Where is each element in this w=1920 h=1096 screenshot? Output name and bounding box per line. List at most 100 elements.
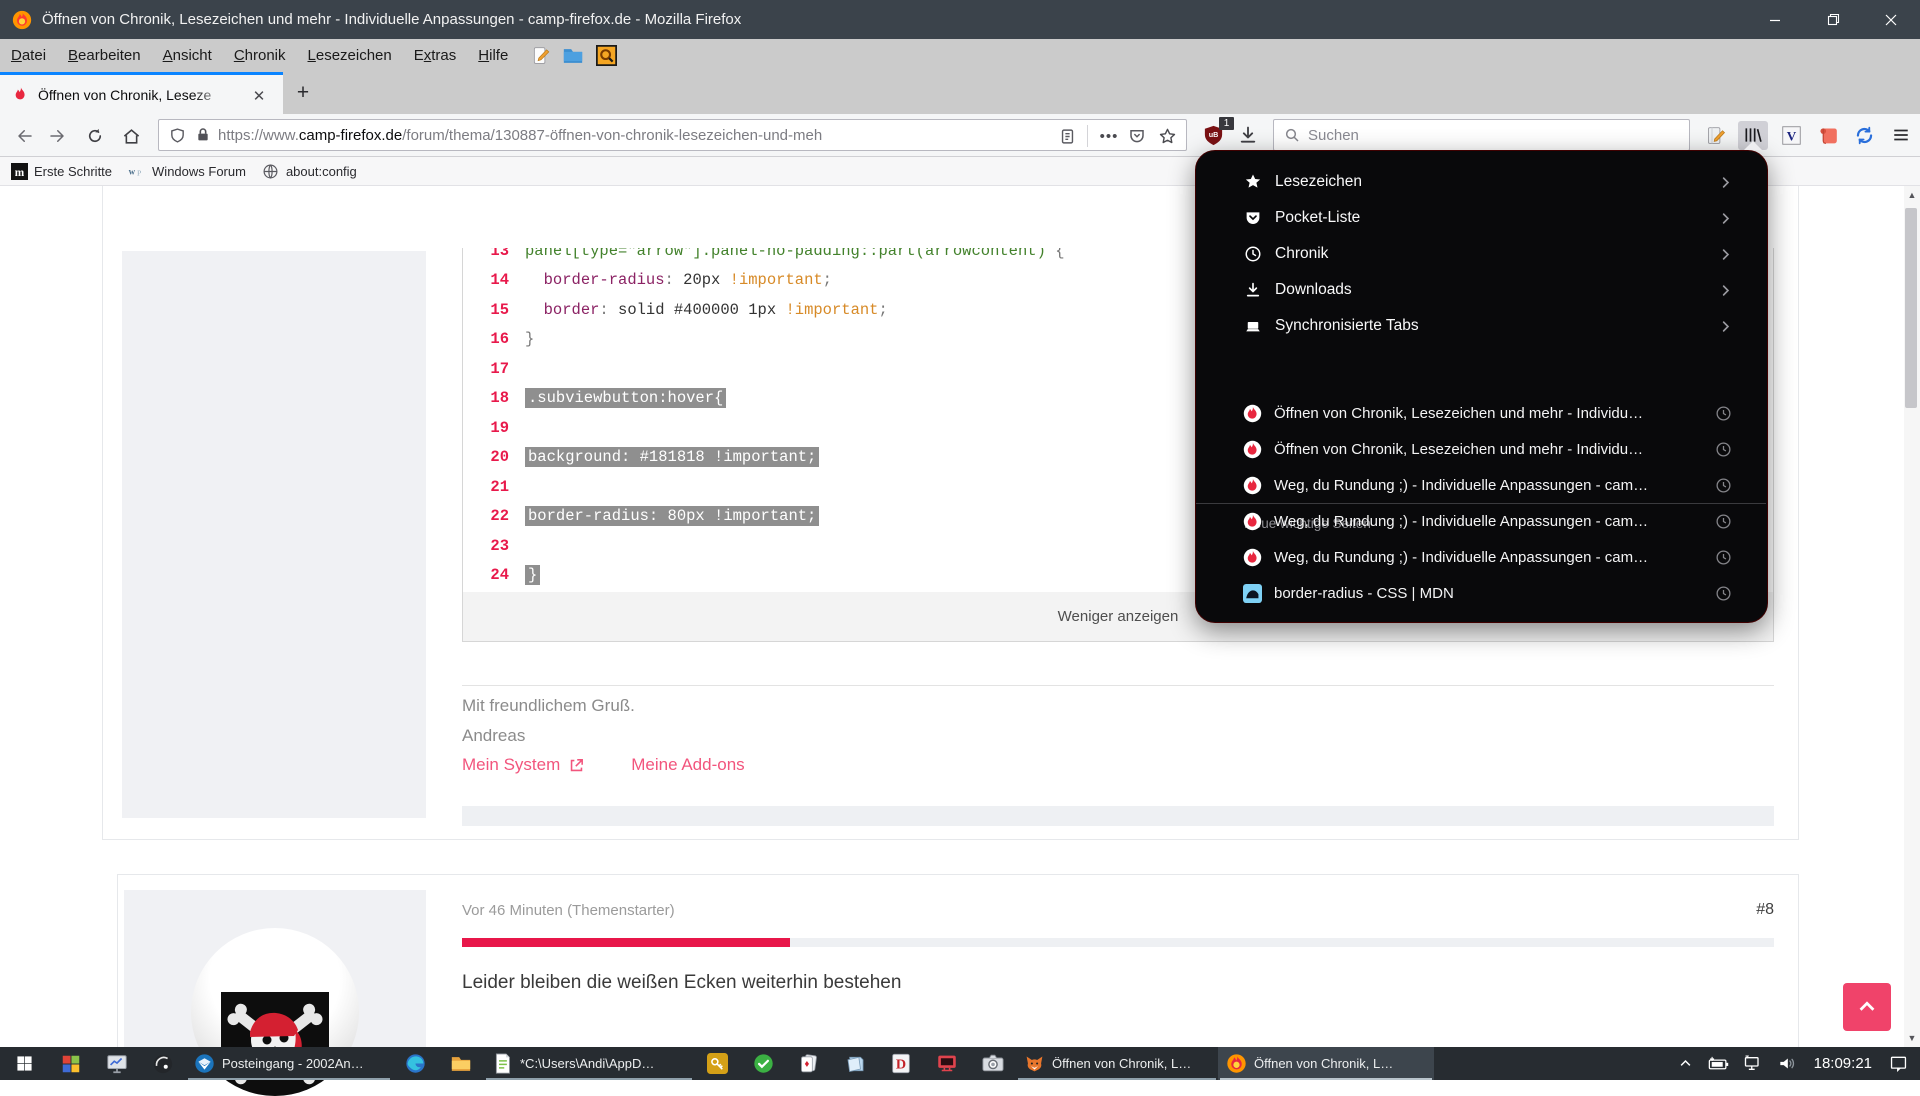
menu-extras[interactable]: Extras	[403, 39, 468, 72]
reader-view-icon[interactable]	[1057, 126, 1077, 146]
panel-item-lesezeichen[interactable]: Lesezeichen	[1210, 164, 1755, 200]
history-item-label: Öffnen von Chronik, Lesezeichen und mehr…	[1274, 405, 1643, 422]
folder-icon	[450, 1053, 472, 1075]
scrollbar-up-icon[interactable]: ▲	[1904, 188, 1920, 202]
taskbar-task-thunderbird[interactable]: Posteingang - 2002An…	[186, 1047, 392, 1080]
clock-time[interactable]: 18:09:21	[1814, 1055, 1872, 1072]
scroll-to-top-button[interactable]	[1843, 983, 1891, 1031]
scrollbar-down-icon[interactable]: ▼	[1904, 1031, 1920, 1045]
taskbar-task-notepad[interactable]: *C:\Users\Andi\AppD…	[484, 1047, 694, 1080]
taskbar-icon-dark-sphere[interactable]	[140, 1047, 186, 1080]
taskbar-task-fox[interactable]: Öffnen von Chronik, L…	[1016, 1047, 1218, 1080]
speaker-icon[interactable]	[1777, 1055, 1797, 1072]
menu-ansicht[interactable]: Ansicht	[152, 39, 223, 72]
history-clock-icon	[1714, 512, 1733, 531]
tracking-shield-icon[interactable]	[168, 126, 186, 144]
thunderbird-icon	[194, 1053, 215, 1074]
task-label: Öffnen von Chronik, L…	[1052, 1056, 1191, 1071]
sync-extension-icon[interactable]	[1852, 123, 1876, 147]
taskbar-icon-key[interactable]	[694, 1047, 740, 1080]
taskbar-task-firefox[interactable]: Öffnen von Chronik, L…	[1218, 1047, 1434, 1080]
taskbar-icon-letter-d[interactable]: D	[878, 1047, 924, 1080]
line-number: 18	[463, 385, 509, 411]
taskbar-icon-camera[interactable]	[970, 1047, 1016, 1080]
campfirefox-favicon-icon	[1243, 512, 1262, 531]
scrollbar-thumb[interactable]	[1905, 208, 1917, 408]
url-bar[interactable]: https://www.camp-firefox.de/forum/thema/…	[158, 119, 1187, 151]
note-pencil-icon[interactable]	[528, 44, 552, 68]
action-center-icon[interactable]	[1889, 1055, 1908, 1072]
link-mein-system[interactable]: Mein System	[462, 755, 560, 775]
downloads-icon[interactable]	[1236, 123, 1260, 147]
signature-line: Mit freundlichem Gruß.	[462, 696, 635, 716]
orange-magnifier-icon[interactable]	[594, 44, 618, 68]
history-clock-icon	[1714, 548, 1733, 567]
bookmark-star-icon[interactable]	[1157, 126, 1177, 146]
taskbar-icon-green-check[interactable]	[740, 1047, 786, 1080]
line-number: 22	[463, 503, 509, 529]
line-number: 14	[463, 267, 509, 293]
close-button[interactable]	[1862, 0, 1920, 39]
post-body-text: Leider bleiben die weißen Ecken weiterhi…	[462, 972, 901, 994]
back-button[interactable]	[12, 123, 38, 149]
panel-item-label: Downloads	[1275, 281, 1352, 299]
history-clock-icon	[1714, 404, 1733, 423]
menu-lesezeichen[interactable]: Lesezeichen	[297, 39, 403, 72]
restore-button[interactable]	[1804, 0, 1862, 39]
panel-item-chronik[interactable]: Chronik	[1210, 236, 1755, 272]
home-button[interactable]	[118, 123, 144, 149]
svg-text:uB: uB	[1208, 130, 1218, 138]
tray-chevron-up-icon[interactable]	[1678, 1056, 1693, 1071]
scroll-extension-icon[interactable]	[1816, 123, 1840, 147]
post-number[interactable]: #8	[1650, 901, 1774, 919]
tab-active[interactable]: Öffnen von Chronik, Leseze ✕	[0, 72, 283, 114]
tab-close-icon[interactable]: ✕	[249, 86, 269, 106]
battery-icon[interactable]	[1707, 1056, 1729, 1072]
panel-history-item[interactable]: Weg, du Rundung ;) - Individuelle Anpass…	[1210, 539, 1755, 575]
content-scrollbar[interactable]: ▲ ▼	[1904, 186, 1920, 1047]
taskbar-icon-cards[interactable]	[786, 1047, 832, 1080]
chevron-right-icon	[1716, 317, 1734, 335]
panel-history-item[interactable]: Öffnen von Chronik, Lesezeichen und mehr…	[1210, 395, 1755, 431]
page-actions-icon[interactable]: •••	[1099, 126, 1119, 146]
urlbar-divider	[1087, 125, 1088, 147]
history-clock-icon	[1714, 476, 1733, 495]
panel-history-item[interactable]: Öffnen von Chronik, Lesezeichen und mehr…	[1210, 431, 1755, 467]
link-meine-addons[interactable]: Meine Add-ons	[631, 755, 744, 775]
panel-anchor-caret	[1744, 141, 1762, 150]
minimize-button[interactable]	[1746, 0, 1804, 39]
network-icon[interactable]	[1743, 1055, 1763, 1072]
menu-bearbeiten[interactable]: Bearbeiten	[57, 39, 152, 72]
taskbar-icon-monitor-chart[interactable]	[94, 1047, 140, 1080]
notes-pencil-icon[interactable]	[1703, 123, 1727, 147]
panel-item-pocket-liste[interactable]: Pocket-Liste	[1210, 200, 1755, 236]
lock-icon[interactable]	[194, 126, 212, 144]
panel-history-item[interactable]: border-radius - CSS | MDN	[1210, 575, 1755, 611]
bookmark-about-config[interactable]: about:config	[256, 159, 363, 183]
blue-folder-icon[interactable]	[561, 44, 585, 68]
panel-history-item[interactable]: Weg, du Rundung ;) - Individuelle Anpass…	[1210, 503, 1755, 539]
taskbar-icon-folder[interactable]	[438, 1047, 484, 1080]
taskbar-icon-red-monitor[interactable]	[924, 1047, 970, 1080]
panel-item-downloads[interactable]: Downloads	[1210, 272, 1755, 308]
pocket-save-icon[interactable]	[1127, 126, 1147, 146]
campfirefox-favicon-icon	[1243, 476, 1262, 495]
panel-item-synchronisierte-tabs[interactable]: Synchronisierte Tabs	[1210, 308, 1755, 344]
taskbar-icon-edge[interactable]	[392, 1047, 438, 1080]
panel-history-item[interactable]: Weg, du Rundung ;) - Individuelle Anpass…	[1210, 467, 1755, 503]
menu-datei[interactable]: Datei	[0, 39, 57, 72]
taskbar-icon-color-cube[interactable]	[48, 1047, 94, 1080]
v-extension-icon[interactable]: V	[1779, 123, 1803, 147]
menu-chronik[interactable]: Chronik	[223, 39, 297, 72]
bookmark-windows-forum[interactable]: wPWindows Forum	[122, 159, 252, 183]
start-button[interactable]	[0, 1047, 48, 1080]
taskbar-icon-blue-notes[interactable]	[832, 1047, 878, 1080]
menu-hilfe[interactable]: Hilfe	[467, 39, 519, 72]
hamburger-menu-icon[interactable]	[1889, 123, 1913, 147]
new-tab-button[interactable]: +	[291, 81, 315, 105]
reload-button[interactable]	[82, 123, 108, 149]
key-icon	[706, 1053, 728, 1075]
bookmark-erste-schritte[interactable]: mErste Schritte	[4, 159, 118, 183]
search-bar[interactable]: Suchen	[1273, 119, 1690, 151]
forward-button[interactable]	[44, 123, 70, 149]
